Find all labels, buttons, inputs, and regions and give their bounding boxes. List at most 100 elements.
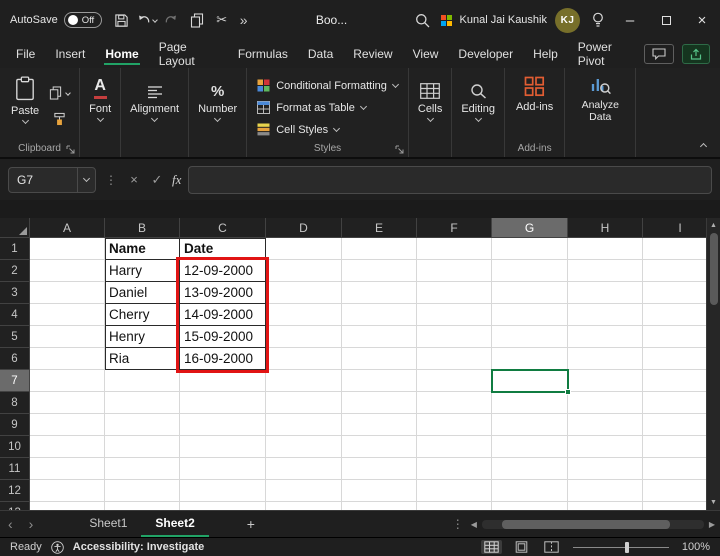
cell-B6[interactable]: Ria (105, 348, 180, 370)
maximize-button[interactable] (648, 0, 684, 40)
cell-F11[interactable] (417, 458, 492, 480)
menu-tab-developer[interactable]: Developer (448, 40, 523, 68)
row-header-4[interactable]: 4 (0, 304, 30, 326)
row-header-5[interactable]: 5 (0, 326, 30, 348)
cell-B11[interactable] (105, 458, 180, 480)
cell-D7[interactable] (266, 370, 342, 392)
close-button[interactable]: × (684, 0, 720, 40)
cell-C11[interactable] (180, 458, 266, 480)
cell-I12[interactable] (643, 480, 706, 502)
cell-H3[interactable] (568, 282, 643, 304)
menu-tab-home[interactable]: Home (95, 40, 148, 68)
cell-A3[interactable] (30, 282, 105, 304)
minimize-button[interactable]: – (612, 0, 648, 40)
dialog-launcher-icon[interactable] (66, 145, 75, 154)
column-header-G[interactable]: G (492, 218, 568, 238)
column-header-H[interactable]: H (568, 218, 643, 238)
cell-E9[interactable] (342, 414, 417, 436)
row-header-12[interactable]: 12 (0, 480, 30, 502)
cell-A4[interactable] (30, 304, 105, 326)
cell-H12[interactable] (568, 480, 643, 502)
autosave-control[interactable]: AutoSave Off (10, 12, 102, 28)
workbook-title[interactable]: Boo... (316, 13, 347, 27)
cell-B4[interactable]: Cherry (105, 304, 180, 326)
analyze-data-button[interactable]: Analyze Data (569, 74, 631, 139)
cell-I2[interactable] (643, 260, 706, 282)
cell-E1[interactable] (342, 238, 417, 260)
collapse-ribbon-button[interactable] (700, 143, 707, 150)
cell-I13[interactable] (643, 502, 706, 510)
cell-A8[interactable] (30, 392, 105, 414)
cell-H13[interactable] (568, 502, 643, 510)
copy-button-qat[interactable] (185, 6, 209, 34)
row-header-13[interactable]: 13 (0, 502, 30, 510)
avatar[interactable]: KJ (555, 8, 580, 33)
menu-tab-insert[interactable]: Insert (45, 40, 95, 68)
cell-C6[interactable]: 16-09-2000 (180, 348, 266, 370)
cell-D11[interactable] (266, 458, 342, 480)
cell-H5[interactable] (568, 326, 643, 348)
cell-F5[interactable] (417, 326, 492, 348)
accessibility-status[interactable]: Accessibility: Investigate (73, 541, 204, 553)
cell-I10[interactable] (643, 436, 706, 458)
cell-D4[interactable] (266, 304, 342, 326)
cell-D9[interactable] (266, 414, 342, 436)
cancel-button[interactable]: × (126, 172, 142, 187)
ribbon-group-cells[interactable]: Cells (409, 68, 452, 157)
name-box[interactable]: G7 (8, 167, 96, 193)
cell-G13[interactable] (492, 502, 568, 510)
more-commands-button[interactable]: » (235, 12, 253, 28)
cell-B2[interactable]: Harry (105, 260, 180, 282)
cell-G8[interactable] (492, 392, 568, 414)
cell-D8[interactable] (266, 392, 342, 414)
name-box-dropdown[interactable] (77, 168, 95, 192)
redo-button[interactable] (160, 6, 184, 34)
cell-B7[interactable] (105, 370, 180, 392)
cell-H9[interactable] (568, 414, 643, 436)
cell-F10[interactable] (417, 436, 492, 458)
cell-F9[interactable] (417, 414, 492, 436)
menu-tab-review[interactable]: Review (343, 40, 402, 68)
autosave-toggle[interactable]: Off (64, 12, 102, 28)
cell-A11[interactable] (30, 458, 105, 480)
cell-A12[interactable] (30, 480, 105, 502)
insert-function-button[interactable]: fx (172, 172, 181, 188)
row-header-7[interactable]: 7 (0, 370, 30, 392)
cell-D3[interactable] (266, 282, 342, 304)
cell-I3[interactable] (643, 282, 706, 304)
cell-H11[interactable] (568, 458, 643, 480)
row-header-6[interactable]: 6 (0, 348, 30, 370)
cell-I4[interactable] (643, 304, 706, 326)
menu-tab-page-layout[interactable]: Page Layout (149, 40, 228, 68)
cell-G3[interactable] (492, 282, 568, 304)
cell-G5[interactable] (492, 326, 568, 348)
cell-C3[interactable]: 13-09-2000 (180, 282, 266, 304)
cell-A13[interactable] (30, 502, 105, 510)
cell-E13[interactable] (342, 502, 417, 510)
cell-F6[interactable] (417, 348, 492, 370)
cell-I1[interactable] (643, 238, 706, 260)
cell-H8[interactable] (568, 392, 643, 414)
ribbon-group-alignment[interactable]: Alignment (121, 68, 189, 157)
save-button[interactable] (110, 6, 134, 34)
cell-B1[interactable]: Name (105, 238, 180, 260)
cell-I5[interactable] (643, 326, 706, 348)
sheet-tab-sheet2[interactable]: Sheet2 (141, 511, 208, 537)
scroll-up-icon[interactable]: ▲ (710, 218, 717, 233)
cell-A5[interactable] (30, 326, 105, 348)
cell-D5[interactable] (266, 326, 342, 348)
normal-view-button[interactable] (481, 540, 502, 554)
sheet-options-icon[interactable]: ⋮ (450, 517, 466, 531)
menu-tab-formulas[interactable]: Formulas (228, 40, 298, 68)
menu-tab-file[interactable]: File (6, 40, 45, 68)
cell-E3[interactable] (342, 282, 417, 304)
cell-F7[interactable] (417, 370, 492, 392)
conditional-formatting-button[interactable]: Conditional Formatting (257, 76, 398, 95)
column-header-A[interactable]: A (30, 218, 105, 238)
row-header-8[interactable]: 8 (0, 392, 30, 414)
paste-button[interactable]: Paste (4, 74, 46, 139)
cell-B3[interactable]: Daniel (105, 282, 180, 304)
cell-E2[interactable] (342, 260, 417, 282)
row-header-1[interactable]: 1 (0, 238, 30, 260)
cell-I7[interactable] (643, 370, 706, 392)
